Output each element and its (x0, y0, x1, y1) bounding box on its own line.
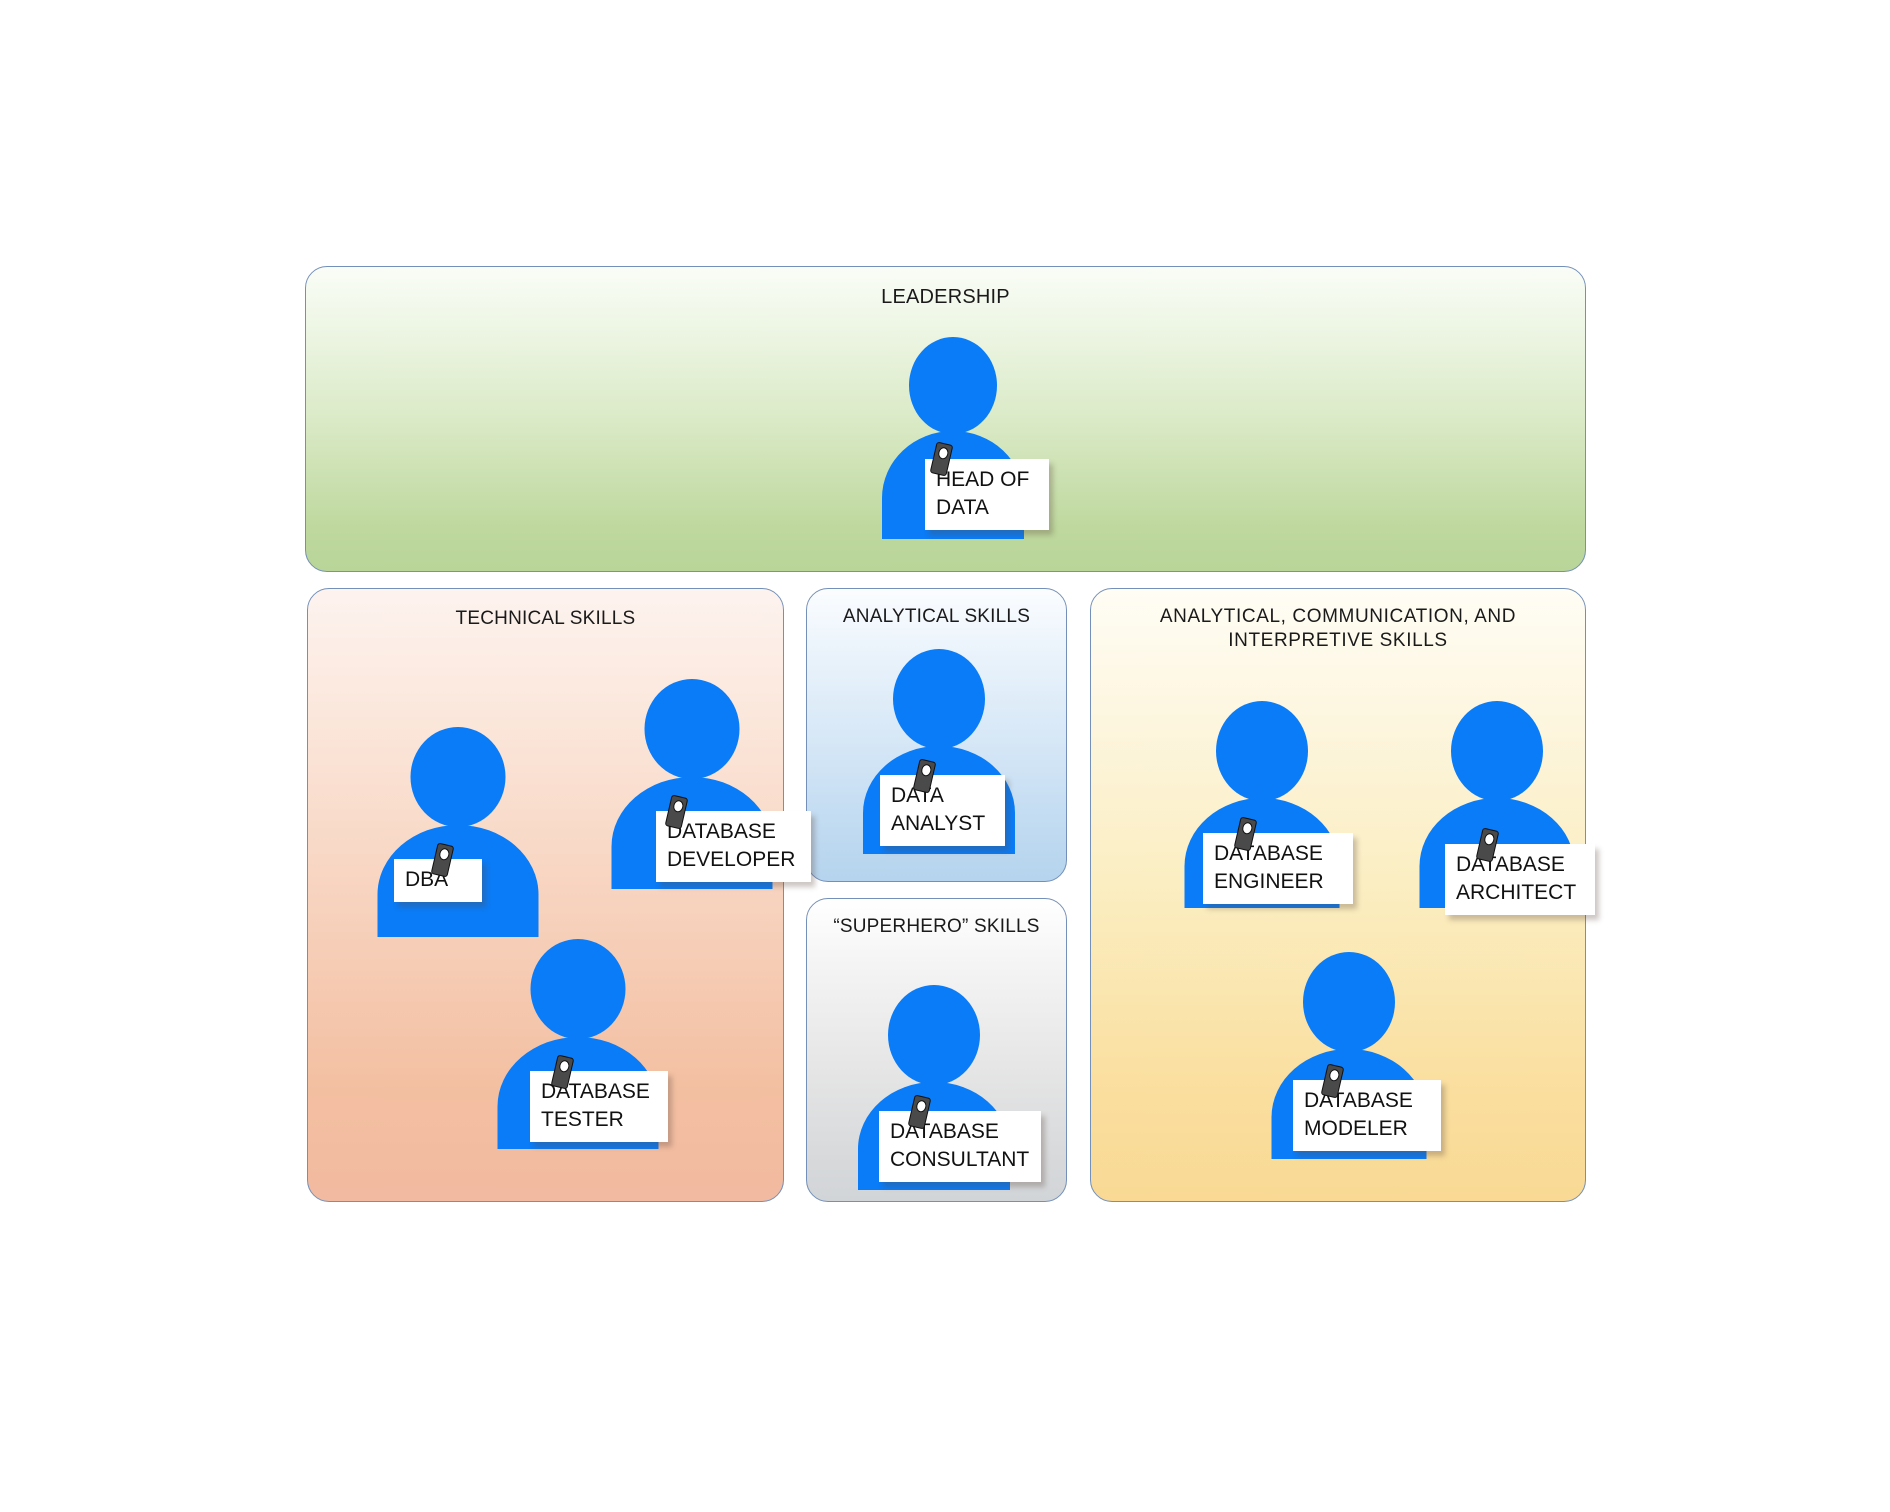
badge-data-analyst[interactable]: DATA ANALYST (880, 775, 1005, 847)
panel-leadership[interactable]: LEADERSHIP HEAD OF DATA (305, 266, 1586, 572)
badge-database-modeler[interactable]: DATABASE MODELER (1293, 1080, 1441, 1152)
person-head (1450, 701, 1543, 801)
badge-database-engineer[interactable]: DATABASE ENGINEER (1203, 833, 1353, 905)
person-head (530, 939, 626, 1039)
panel-analytical-skills[interactable]: ANALYTICAL SKILLS DATA ANALYST (806, 588, 1067, 882)
person-head (888, 985, 980, 1085)
panel-title-superhero-skills: “SUPERHERO” SKILLS (833, 916, 1040, 937)
person-head (1215, 701, 1308, 801)
person-head (1302, 952, 1395, 1052)
panel-title-technical-skills: TECHNICAL SKILLS (455, 608, 636, 629)
person-data-analyst[interactable]: DATA ANALYST (863, 649, 1015, 854)
person-database-consultant[interactable]: DATABASE CONSULTANT (858, 985, 1041, 1190)
person-head-of-data[interactable]: HEAD OF DATA (882, 337, 1049, 539)
person-head (893, 649, 985, 749)
panel-title-aci-skills: ANALYTICAL, COMMUNICATION, AND INTERPRET… (1159, 606, 1517, 651)
badge-database-consultant[interactable]: DATABASE CONSULTANT (879, 1111, 1041, 1183)
person-head (410, 727, 506, 827)
panel-analytical-communication-interpretive-skills[interactable]: ANALYTICAL, COMMUNICATION, AND INTERPRET… (1090, 588, 1595, 1202)
person-database-tester[interactable]: DATABASE TESTER (497, 939, 668, 1149)
person-head (644, 679, 740, 779)
panel-title-analytical-skills: ANALYTICAL SKILLS (842, 606, 1031, 627)
person-database-architect[interactable]: DATABASE ARCHITECT (1419, 701, 1595, 916)
person-head (909, 337, 997, 434)
person-database-engineer[interactable]: DATABASE ENGINEER (1184, 701, 1353, 908)
panel-title-leadership: LEADERSHIP (881, 286, 1010, 308)
panel-superhero-skills[interactable]: “SUPERHERO” SKILLS DATABASE CONSULTANT (806, 898, 1067, 1202)
person-database-modeler[interactable]: DATABASE MODELER (1271, 952, 1441, 1159)
panel-technical-skills[interactable]: TECHNICAL SKILLS DBA DATABASE DEVELOPER … (307, 588, 811, 1202)
diagram-canvas: LEADERSHIP HEAD OF DATA TECHNICAL SKILLS… (0, 0, 1890, 1512)
person-database-developer[interactable]: DATABASE DEVELOPER (611, 679, 811, 889)
person-dba[interactable]: DBA (377, 727, 539, 937)
badge-database-architect[interactable]: DATABASE ARCHITECT (1445, 844, 1595, 916)
